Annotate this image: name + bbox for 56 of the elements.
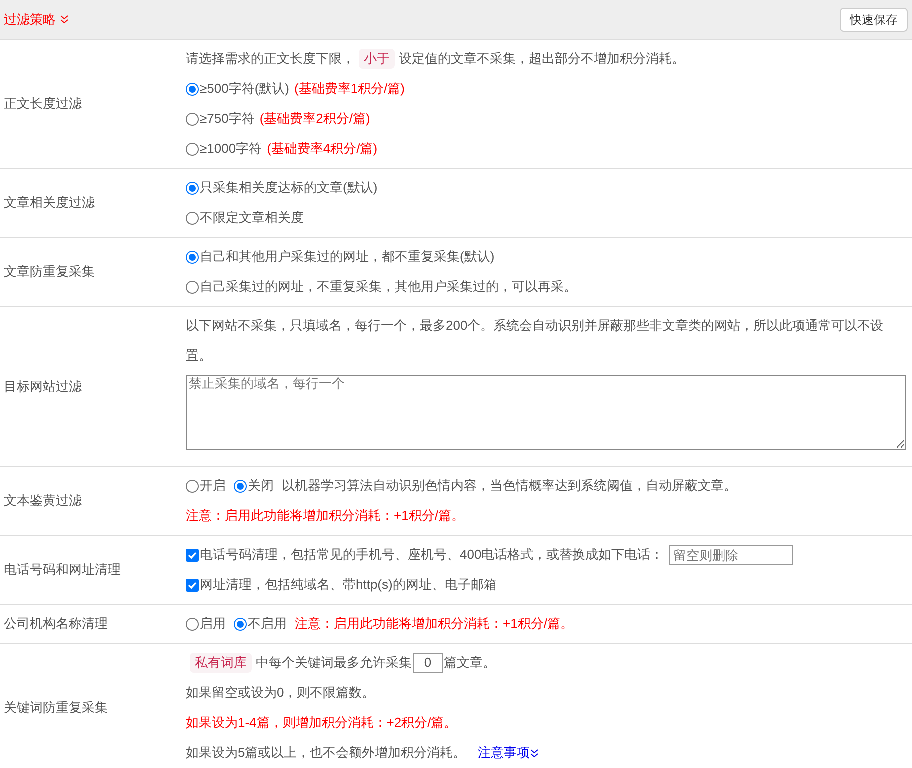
option-label: 开启 <box>200 477 226 496</box>
keyword-tag: 小于 <box>359 49 395 69</box>
domain-field[interactable]: 禁止采集的域名，每行一个 <box>186 375 906 450</box>
radio-button[interactable] <box>234 480 247 492</box>
warning-text: 如果设为1-4篇，则增加积分消耗：+2积分/篇。 <box>186 714 458 732</box>
option-label: 不启用 <box>248 615 287 634</box>
row-label: 电话号码和网址清理 <box>4 561 121 580</box>
radio-button[interactable] <box>186 280 199 294</box>
rate-text: (基础费率4积分/篇) <box>267 140 378 158</box>
description-text: 中每个关键词最多允许采集 <box>256 654 412 672</box>
phone-field[interactable]: 留空则删除 <box>668 545 793 565</box>
option-label: ≥500字符(默认) <box>200 80 290 98</box>
description-text: 以机器学习算法自动识别色情内容，当色情概率达到系统阈值，自动屏蔽文章。 <box>282 477 737 496</box>
description-text: 以下网站不采集，只填域名，每行一个，最多200个。系统会自动识别并屏蔽那些非文章类的网站，所以此项通常可以不设置。 <box>186 317 885 365</box>
description-text: 如果设为5篇或以上，也不会额外增加积分消耗。 <box>186 744 466 762</box>
option-label: 关闭 <box>248 477 274 496</box>
row-label: 关键词防重复采集 <box>4 699 108 718</box>
option-label: ≥1000字符 <box>200 140 262 158</box>
radio-button[interactable] <box>186 182 199 194</box>
radio-button[interactable] <box>186 82 199 96</box>
keyword-tag: 私有词库 <box>190 653 252 673</box>
option-label: 自己采集过的网址，不重复采集，其他用户采集过的，可以再采。 <box>200 278 577 296</box>
radio-button[interactable] <box>186 142 199 156</box>
warning-text: 注意：启用此功能将增加积分消耗：+1积分/篇。 <box>295 615 574 634</box>
option-label: 电话号码清理，包括常见的手机号、座机号、400电话格式，或替换成如下电话： <box>200 546 664 564</box>
count-field[interactable]: 0 <box>413 653 443 673</box>
row-label: 文本鉴黄过滤 <box>4 492 82 510</box>
save-button[interactable]: 快速保存 <box>840 8 908 32</box>
radio-button[interactable] <box>186 480 199 492</box>
row-label: 目标网站过滤 <box>4 378 82 396</box>
double-chevron-icon <box>530 748 540 758</box>
rate-text: (基础费率2积分/篇) <box>260 110 370 128</box>
notes-link[interactable]: 注意事项 <box>478 738 540 768</box>
description-text: 篇文章。 <box>444 654 496 672</box>
description-text: 如果留空或设为0，则不限篇数。 <box>186 684 376 702</box>
radio-button[interactable] <box>186 250 199 264</box>
option-label: 不限定文章相关度 <box>200 209 304 228</box>
row-label: 正文长度过滤 <box>4 95 82 114</box>
warning-text: 注意：启用此功能将增加积分消耗：+1积分/篇。 <box>186 507 464 526</box>
option-label: 启用 <box>200 615 226 634</box>
checkbox[interactable] <box>186 548 199 562</box>
description-text: 设定值的文章不采集，超出部分不增加积分消耗。 <box>399 50 685 68</box>
option-label: 网址清理，包括纯域名、带http(s)的网址、电子邮箱 <box>200 576 497 594</box>
rate-text: (基础费率1积分/篇) <box>294 80 405 98</box>
option-label: ≥750字符 <box>200 110 255 128</box>
row-label: 公司机构名称清理 <box>4 615 108 634</box>
description-text: 请选择需求的正文长度下限， <box>186 50 355 68</box>
checkbox[interactable] <box>186 578 199 592</box>
option-label: 只采集相关度达标的文章(默认) <box>200 179 378 198</box>
row-label: 文章相关度过滤 <box>4 194 95 212</box>
option-label: 自己和其他用户采集过的网址，都不重复采集(默认) <box>200 248 495 266</box>
row-label: 文章防重复采集 <box>4 263 95 282</box>
radio-button[interactable] <box>234 618 247 630</box>
radio-button[interactable] <box>186 112 199 126</box>
radio-button[interactable] <box>186 618 199 630</box>
radio-button[interactable] <box>186 212 199 224</box>
